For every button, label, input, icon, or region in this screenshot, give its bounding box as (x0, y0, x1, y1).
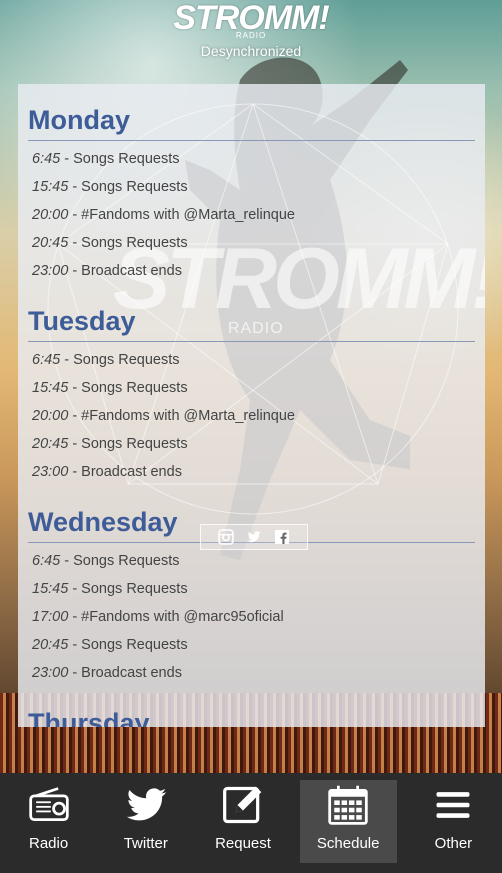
schedule-entry: 17:00 - #Fandoms with @marc95oficial (28, 603, 475, 631)
instagram-icon[interactable] (218, 529, 234, 545)
entry-title: - Songs Requests (68, 235, 188, 251)
twitter-icon (122, 781, 170, 829)
day-heading: Monday (28, 105, 131, 135)
entry-title: - Broadcast ends (68, 263, 182, 279)
entry-title: - Songs Requests (60, 151, 180, 167)
entry-time: 20:45 (32, 637, 69, 653)
entry-title: - Songs Requests (68, 581, 188, 597)
station-tagline: Desynchronized (200, 43, 302, 59)
entry-title: - #Fandoms with @marc95oficial (68, 609, 284, 625)
schedule-entry: 20:45 - Songs Requests (28, 430, 475, 458)
schedule-entry: 20:00 - #Fandoms with @Marta_relinque (28, 201, 475, 229)
entry-title: - Songs Requests (68, 380, 188, 396)
day-heading: Tuesday (28, 306, 136, 336)
menu-icon (429, 781, 477, 829)
schedule-entry: 15:45 - Songs Requests (28, 575, 475, 603)
entry-time: 20:45 (32, 436, 69, 452)
schedule-entry: 6:45 - Songs Requests (28, 547, 475, 575)
entry-time: 6:45 (32, 151, 61, 167)
schedule-entry: 20:00 - #Fandoms with @Marta_relinque (28, 402, 475, 430)
schedule-panel[interactable]: STROMM! RADIO Monday 6:45 - Songs Request… (18, 84, 485, 727)
nav-item-request[interactable]: Request (194, 773, 291, 873)
entry-time: 20:45 (32, 235, 69, 251)
entry-time: 23:00 (32, 464, 69, 480)
nav-item-label: Request (215, 835, 271, 852)
day-section-wednesday: Wednesday 6:45 - Songs Requests 15:45 - So… (28, 486, 475, 687)
logo-subtitle: RADIO (235, 31, 267, 40)
entry-title: - Songs Requests (60, 352, 180, 368)
entry-title: - #Fandoms with @Marta_relinque (68, 408, 295, 424)
bottom-nav: Radio Twitter Request Schedule Other (0, 773, 502, 873)
schedule-entry: 20:45 - Songs Requests (28, 631, 475, 659)
schedule-entry: 15:45 - Songs Requests (28, 374, 475, 402)
entry-title: - Songs Requests (68, 637, 188, 653)
entry-time: 23:00 (32, 263, 69, 279)
nav-item-label: Schedule (316, 835, 380, 852)
day-heading: Thursday (28, 708, 150, 727)
day-section-tuesday: Tuesday 6:45 - Songs Requests 15:45 - Song… (28, 285, 475, 486)
schedule-entry: 6:45 - Songs Requests (28, 346, 475, 374)
day-section-monday: Monday 6:45 - Songs Requests 15:45 - Songs… (28, 84, 475, 285)
logo-wordmark: STROMM! (173, 0, 329, 37)
entry-time: 15:45 (32, 380, 69, 396)
app-logo: STROMM! RADIO Desynchronized (0, 0, 502, 62)
social-links (200, 524, 308, 550)
nav-item-label: Twitter (123, 835, 168, 852)
calendar-icon (324, 781, 372, 829)
day-section-thursday: Thursday (28, 687, 475, 727)
entry-time: 15:45 (32, 581, 69, 597)
schedule-entry: 23:00 - Broadcast ends (28, 257, 475, 285)
schedule-entry: 23:00 - Broadcast ends (28, 659, 475, 687)
entry-time: 15:45 (32, 179, 69, 195)
entry-time: 6:45 (32, 352, 61, 368)
facebook-icon[interactable] (274, 529, 290, 545)
schedule-list: Monday 6:45 - Songs Requests 15:45 - Songs… (28, 84, 475, 727)
entry-title: - Songs Requests (68, 436, 188, 452)
entry-time: 23:00 (32, 665, 69, 681)
entry-title: - Broadcast ends (68, 665, 182, 681)
nav-item-label: Other (434, 835, 473, 852)
twitter-icon[interactable] (246, 529, 262, 545)
entry-title: - Broadcast ends (68, 464, 182, 480)
radio-icon (25, 781, 73, 829)
entry-time: 20:00 (32, 408, 69, 424)
edit-icon (219, 781, 267, 829)
schedule-entry: 20:45 - Songs Requests (28, 229, 475, 257)
day-divider (28, 341, 475, 342)
nav-item-other[interactable]: Other (405, 773, 502, 873)
nav-item-radio[interactable]: Radio (0, 773, 97, 873)
schedule-entry: 6:45 - Songs Requests (28, 145, 475, 173)
entry-title: - Songs Requests (68, 179, 188, 195)
nav-item-schedule[interactable]: Schedule (299, 780, 397, 863)
entry-time: 17:00 (32, 609, 69, 625)
nav-item-twitter[interactable]: Twitter (97, 773, 194, 873)
schedule-entry: 15:45 - Songs Requests (28, 173, 475, 201)
entry-title: - Songs Requests (60, 553, 180, 569)
entry-time: 6:45 (32, 553, 61, 569)
nav-item-label: Radio (29, 835, 69, 852)
entry-time: 20:00 (32, 207, 69, 223)
schedule-entry: 23:00 - Broadcast ends (28, 458, 475, 486)
day-divider (28, 140, 475, 141)
entry-title: - #Fandoms with @Marta_relinque (68, 207, 295, 223)
